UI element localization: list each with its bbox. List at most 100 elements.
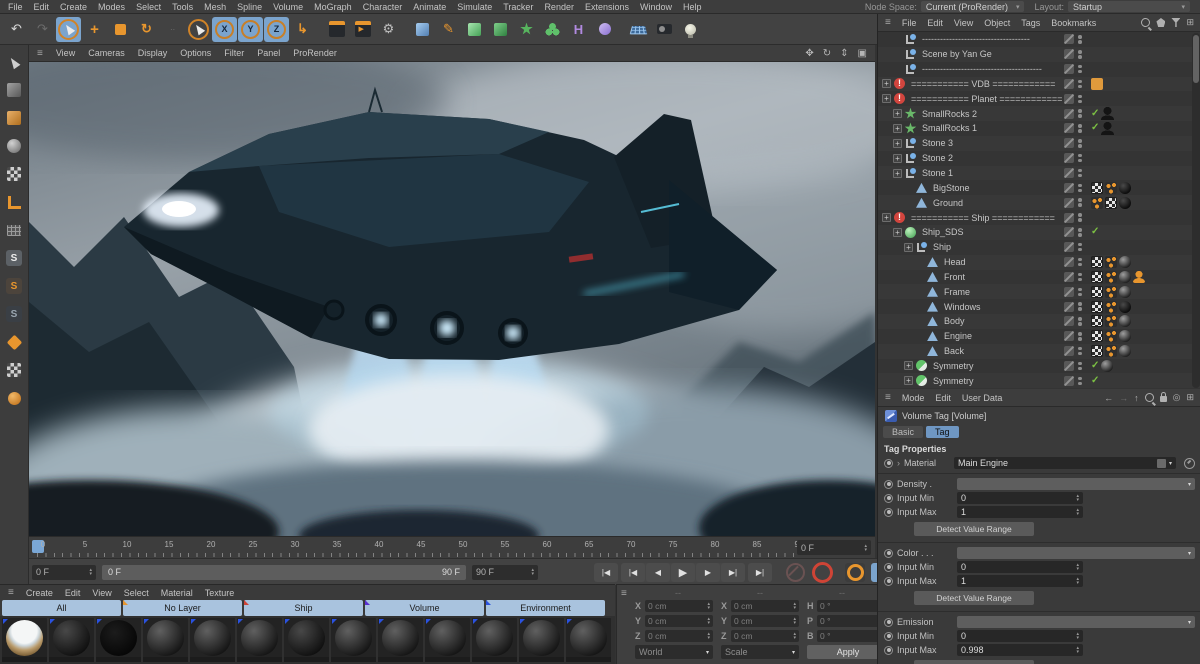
param-gradient-dropdown[interactable]: ▾ [957,478,1195,490]
object-mode-button[interactable] [4,108,24,128]
sphd-tag-icon[interactable] [1119,196,1131,209]
expand-icon[interactable]: + [893,153,902,163]
editor-toggle-icon[interactable] [1064,34,1074,45]
visibility-toggles[interactable] [1064,108,1082,120]
material-thumbnail[interactable] [519,618,564,662]
expand-icon[interactable]: + [893,109,902,119]
search-icon[interactable] [1144,393,1154,402]
material-thumbnail[interactable] [472,618,517,662]
material-thumbnail[interactable] [425,618,470,662]
visibility-dots-icon[interactable] [1078,78,1082,90]
menu-animate[interactable]: Animate [413,2,446,12]
render-view-button[interactable] [324,17,349,42]
expand-icon[interactable]: + [882,79,891,89]
dots-tag-icon[interactable] [1105,256,1117,269]
visibility-dots-icon[interactable] [1078,167,1082,179]
attribute-menu-mode[interactable]: Mode [902,393,925,403]
back-arrow-icon[interactable]: ← [1104,393,1113,403]
add-panel-icon[interactable]: ⊞ [1186,17,1194,28]
editor-toggle-icon[interactable] [1064,212,1074,223]
stepper-arrows[interactable]: ▴▾ [707,631,710,640]
timeline-frame-field[interactable]: 0 F ▴ ▾ [797,540,871,555]
keyframe-circle-icon[interactable] [884,631,893,641]
object-name[interactable]: Symmetry [933,361,974,371]
menu-mograph[interactable]: MoGraph [314,2,352,12]
sph-tag-icon[interactable] [1119,345,1131,358]
visibility-toggles[interactable] [1064,286,1082,298]
coord-value-field[interactable]: 0 cm ▴ ▾ [731,599,799,612]
keyframe-circle-icon[interactable] [884,507,893,517]
add-primitive-cube[interactable] [410,17,435,42]
object-name[interactable]: Stone 3 [922,138,953,148]
dots-tag-icon[interactable] [1105,345,1117,358]
coord-value-field[interactable]: 0 cm ▴ ▾ [731,614,799,627]
texture-axis-mode-button[interactable] [4,136,24,156]
object-row[interactable]: + Stone 3 [878,136,1200,151]
visibility-toggles[interactable] [1064,152,1082,164]
visibility-dots-icon[interactable] [1078,345,1082,357]
object-row[interactable]: +! =========== VDB ============ [878,77,1200,92]
menu-extensions[interactable]: Extensions [585,2,629,12]
visibility-toggles[interactable] [1064,49,1082,61]
stepper-arrows[interactable]: ▴▾ [1076,508,1079,517]
object-menu-view[interactable]: View [954,18,973,28]
visibility-toggles[interactable] [1064,360,1082,372]
panel-menu-icon[interactable]: ≡ [37,48,43,59]
attribute-menu-user-data[interactable]: User Data [962,393,1003,403]
object-row[interactable]: Ground [878,195,1200,210]
object-name[interactable]: Back [944,346,964,356]
dots-tag-icon[interactable] [1105,330,1117,343]
sphd-tag-icon[interactable] [1119,181,1131,194]
select-tool[interactable] [56,16,81,42]
visibility-toggles[interactable] [1064,34,1082,46]
coord-value-field[interactable]: 0 °▴▾ [817,614,885,627]
prev-key-button[interactable]: |◀ [621,562,645,582]
editor-toggle-icon[interactable] [1064,331,1074,342]
menu-edit[interactable]: Edit [34,2,50,12]
param-gradient-dropdown[interactable]: ▾ [957,616,1195,628]
expand-icon[interactable]: + [882,94,891,104]
chk-tag-icon[interactable] [1091,330,1103,343]
check-tag-icon[interactable]: ✓ [1091,123,1099,133]
object-row[interactable]: Engine [878,329,1200,344]
object-row[interactable]: + Stone 2 [878,151,1200,166]
keyframe-circle-icon[interactable] [884,645,893,655]
stepper-arrows[interactable]: ▴▾ [1076,563,1079,572]
object-name[interactable]: Symmetry [933,376,974,386]
uv-mode-button[interactable] [4,360,24,380]
coord-value-field[interactable]: 0 cm ▴ ▾ [645,599,713,612]
object-name[interactable]: Body [944,316,965,326]
visibility-toggles[interactable] [1064,256,1082,268]
object-row[interactable]: Head [878,255,1200,270]
object-name[interactable]: BigStone [933,183,970,193]
visibility-dots-icon[interactable] [1078,212,1082,224]
visibility-dots-icon[interactable] [1078,182,1082,194]
visibility-dots-icon[interactable] [1078,227,1082,239]
material-thumbnail[interactable] [190,618,235,662]
object-row[interactable]: Back [878,344,1200,359]
stepper-arrows[interactable]: ▴▾ [1076,494,1079,503]
viewport-menu-display[interactable]: Display [138,48,168,58]
editor-toggle-icon[interactable] [1064,182,1074,193]
pick-object-icon[interactable] [1184,457,1195,469]
up-arrow-icon[interactable]: ↑ [1134,393,1139,403]
coord-value-field[interactable]: 0 °▴▾ [817,599,885,612]
sph-tag-icon[interactable] [1119,315,1131,328]
editor-toggle-icon[interactable] [1064,271,1074,282]
coord-value-field[interactable]: 0 °▴▾ [817,629,885,642]
visibility-toggles[interactable] [1064,316,1082,328]
chk-tag-icon[interactable] [1105,196,1117,209]
material-menu-select[interactable]: Select [124,588,149,598]
object-row[interactable]: + Ship [878,240,1200,255]
editor-toggle-icon[interactable] [1064,316,1074,327]
stepper-arrows[interactable]: ▴▾ [1076,577,1079,586]
object-row[interactable]: ------------------------------------ [878,32,1200,47]
visibility-dots-icon[interactable] [1078,241,1082,253]
forward-arrow-icon[interactable]: → [1119,393,1128,403]
make-editable-button[interactable] [4,52,24,72]
recent-tools[interactable]: ∙∙ [160,17,185,42]
live-select-tool[interactable] [186,17,211,42]
object-name[interactable]: Ground [933,198,963,208]
dots-tag-icon[interactable] [1105,300,1117,313]
visibility-dots-icon[interactable] [1078,197,1082,209]
